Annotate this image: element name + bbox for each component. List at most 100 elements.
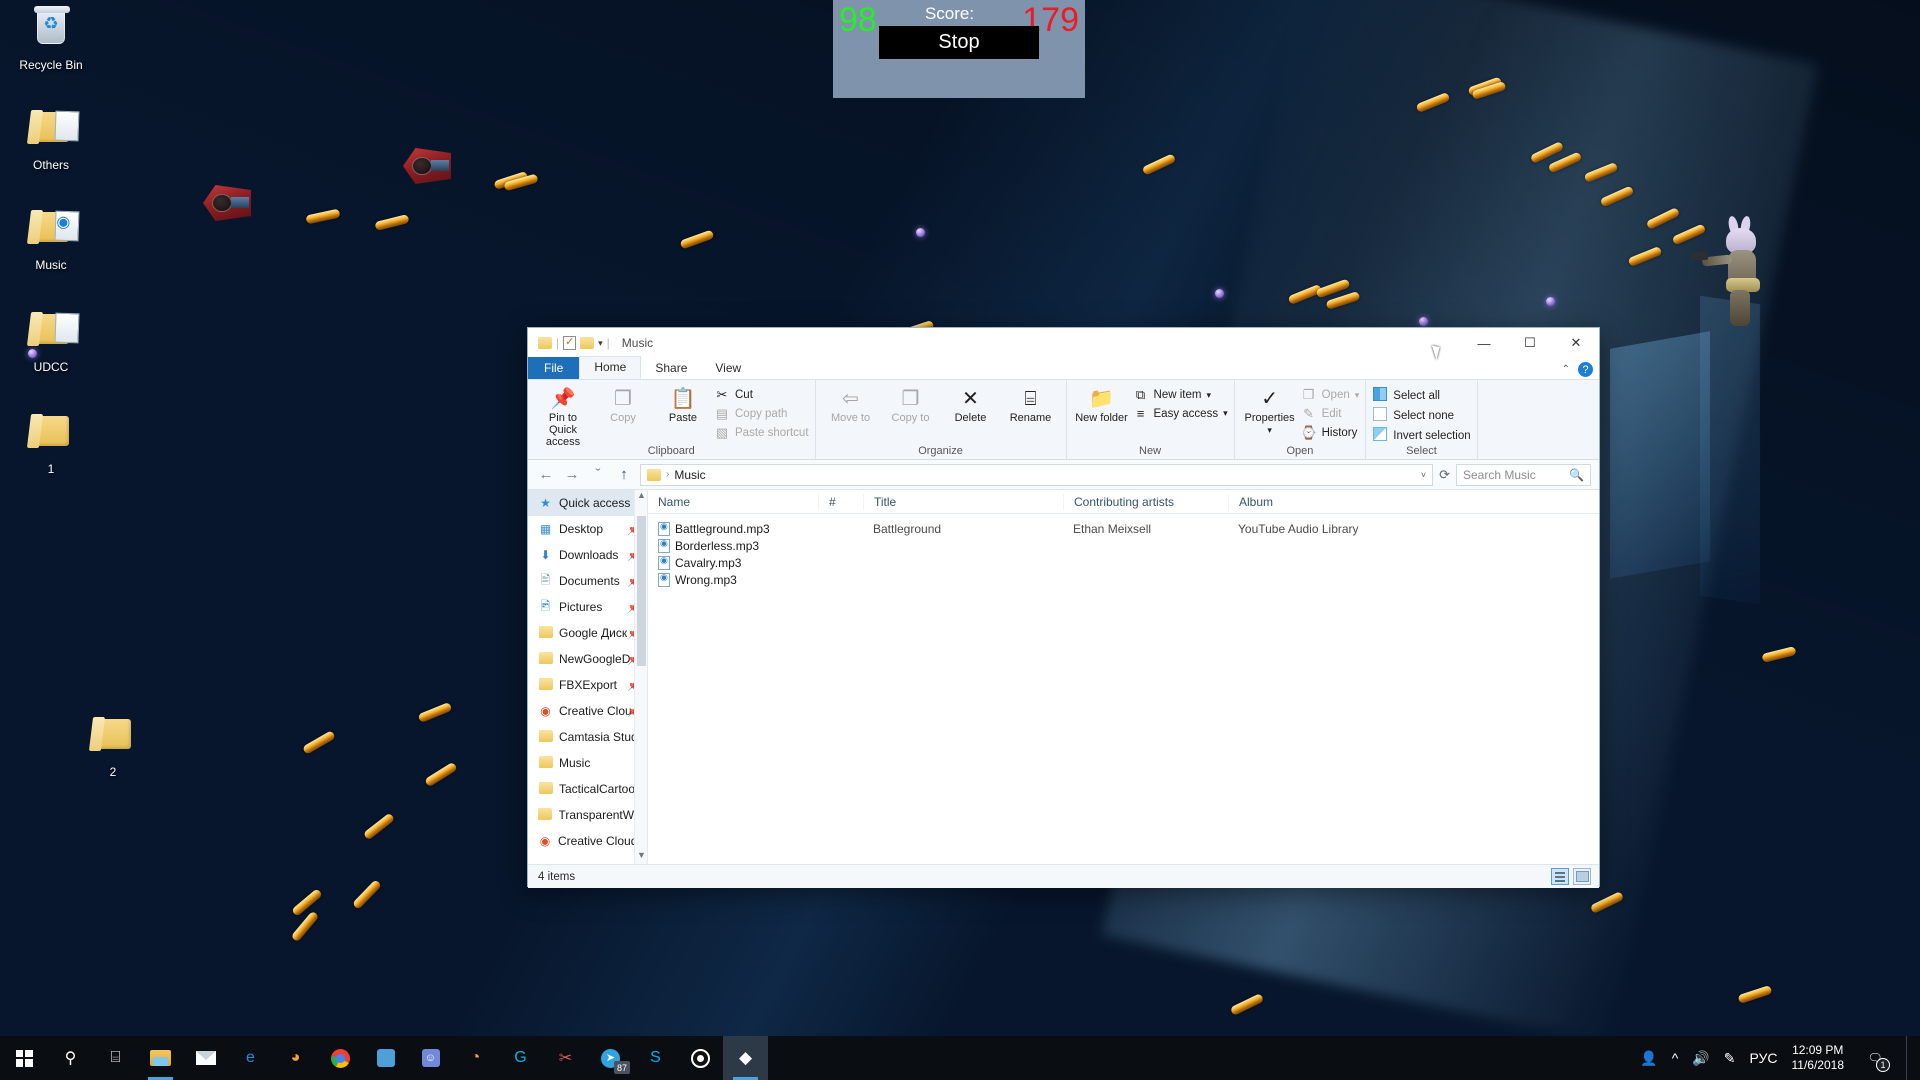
details-view-icon[interactable] (1551, 868, 1569, 885)
column-header-title[interactable]: Title (863, 494, 1063, 510)
edge-icon[interactable]: e (228, 1036, 273, 1080)
edit-button[interactable]: ✎Edit (1301, 406, 1360, 422)
show-hidden-icons-icon[interactable]: ^ (1672, 1050, 1679, 1066)
file-list[interactable]: Name#TitleContributing artistsAlbum Batt… (648, 490, 1599, 864)
column-header-album[interactable]: Album (1228, 494, 1438, 510)
file-row[interactable]: Wrong.mp3 (648, 571, 1599, 588)
large-icons-view-icon[interactable] (1573, 868, 1591, 885)
desktop-icon-music[interactable]: ◉Music (6, 208, 96, 272)
maximize-button[interactable]: ☐ (1507, 328, 1553, 358)
skype-icon[interactable]: S (633, 1036, 678, 1080)
up-button[interactable]: ↑ (614, 466, 634, 483)
people-icon[interactable]: 👤 (1640, 1050, 1657, 1067)
sidebar-item-google-диск[interactable]: Google Диск📌 (528, 620, 647, 646)
view-buttons[interactable] (1551, 868, 1591, 885)
window-controls[interactable]: — ☐ ✕ (1461, 328, 1599, 358)
scroll-up-icon[interactable]: ▲ (635, 490, 648, 504)
new-item-button[interactable]: ⧉New item▾ (1133, 387, 1228, 403)
task-view-icon[interactable]: ⌸ (93, 1036, 138, 1080)
unity-icon[interactable]: ◆ (723, 1036, 768, 1080)
file-row[interactable]: Battleground.mp3BattlegroundEthan Meixse… (648, 520, 1599, 537)
tab-file[interactable]: File (528, 357, 579, 379)
fl-studio-icon[interactable]: ◕ (273, 1036, 318, 1080)
ribbon[interactable]: 📌Pin to Quick access❐Copy📋Paste✂Cut ▤Copy… (528, 380, 1599, 460)
collapse-ribbon-icon[interactable]: ⌃ (1562, 364, 1570, 375)
clock-time[interactable]: 12:09 PM (1792, 1043, 1845, 1058)
title-bar[interactable]: | ▾ | Music — ☐ ✕ (528, 328, 1599, 358)
move-to-button[interactable]: ⇦Move to (822, 384, 880, 424)
rename-button[interactable]: ⌸Rename (1002, 384, 1060, 424)
volume-icon[interactable]: 🔊 (1692, 1050, 1709, 1067)
file-explorer-icon[interactable] (138, 1036, 183, 1080)
search-input[interactable]: Search Music 🔍 (1456, 464, 1591, 486)
tab-view[interactable]: View (701, 358, 755, 379)
delete-button[interactable]: ✕Delete (942, 384, 1000, 424)
system-tray[interactable]: 👤 ^ 🔊 ✎ РУС 12:09 PM 11/6/2018 🗨 1 (1640, 1036, 1920, 1080)
folder-icon[interactable] (538, 337, 552, 349)
column-headers[interactable]: Name#TitleContributing artistsAlbum (648, 490, 1599, 514)
recent-locations-button[interactable]: ˇ (588, 466, 608, 483)
desktop-icon-recycle-bin[interactable]: Recycle Bin (6, 8, 96, 72)
open-button[interactable]: ❐Open▾ (1301, 387, 1360, 403)
select-all-button[interactable]: Select all (1372, 387, 1470, 404)
obs-icon[interactable] (678, 1036, 723, 1080)
notification-center-icon[interactable]: 🗨 1 (1858, 1036, 1892, 1080)
stop-button[interactable]: Stop (879, 26, 1039, 59)
properties-icon[interactable] (563, 336, 576, 350)
chevron-down-icon[interactable]: ▾ (1267, 424, 1272, 436)
scroll-thumb[interactable] (637, 516, 646, 666)
sidebar-item-creative-cloud-fil[interactable]: ◉Creative Cloud Fil (528, 828, 647, 854)
scroll-down-icon[interactable]: ▼ (635, 850, 648, 864)
close-button[interactable]: ✕ (1553, 328, 1599, 358)
clock-date[interactable]: 11/6/2018 (1792, 1058, 1845, 1073)
new-folder-icon[interactable] (580, 337, 594, 349)
copy-path-button[interactable]: ▤Copy path (714, 406, 809, 422)
sidebar-item-creative-clou[interactable]: ◉Creative Clou📌 (528, 698, 647, 724)
help-button[interactable]: ? (1578, 362, 1593, 377)
copy-button[interactable]: ❐Copy (594, 384, 652, 424)
file-explorer-window[interactable]: | ▾ | Music — ☐ ✕ FileHomeShareView ⌃ ? … (527, 327, 1600, 887)
customize-caret-icon[interactable]: ▾ (598, 338, 603, 349)
start-button[interactable] (0, 1036, 48, 1080)
discord-icon[interactable]: ☺ (408, 1036, 453, 1080)
cut-button[interactable]: ✂Cut (714, 387, 809, 403)
chevron-down-icon[interactable]: ˅ (1421, 470, 1426, 480)
copy-to-button[interactable]: ❐Copy to (882, 384, 940, 424)
taskbar[interactable]: ⚲⌸e◕☺◔G✂➤87S◆ 👤 ^ 🔊 ✎ РУС 12:09 PM 11/6/… (0, 1036, 1920, 1080)
sidebar-item-downloads[interactable]: ⬇Downloads📌 (528, 542, 647, 568)
sidebar-item-transparentwind[interactable]: TransparentWind (528, 802, 647, 828)
logitech-g-icon[interactable]: G (498, 1036, 543, 1080)
sidebar-item-tacticalcartoon[interactable]: TacticalCartoon (528, 776, 647, 802)
ribbon-tabs[interactable]: FileHomeShareView ⌃ ? (528, 358, 1599, 380)
back-button[interactable]: ← (536, 466, 556, 483)
chrome-icon[interactable] (318, 1036, 363, 1080)
snip-tool-icon[interactable]: ✂ (543, 1036, 588, 1080)
sidebar-item-pictures[interactable]: 🖻Pictures📌 (528, 594, 647, 620)
paste-shortcut-button[interactable]: ▧Paste shortcut (714, 425, 809, 441)
sidebar-item-quick-access[interactable]: ★Quick access (528, 490, 647, 516)
quick-access-toolbar[interactable]: | ▾ | Music (528, 336, 653, 350)
chevron-down-icon[interactable]: ▾ (1206, 390, 1211, 401)
remote-desktop-icon[interactable] (363, 1036, 408, 1080)
paste-button[interactable]: 📋Paste (654, 384, 712, 424)
breadcrumb-music[interactable]: Music (674, 468, 705, 482)
forward-button[interactable]: → (562, 466, 582, 483)
sidebar-item-music[interactable]: Music (528, 750, 647, 776)
chevron-down-icon[interactable]: ▾ (1355, 390, 1360, 401)
nav-scrollbar[interactable]: ▲ ▼ (634, 490, 647, 864)
navigation-pane[interactable]: ★Quick access▦Desktop📌⬇Downloads📌🖹Docume… (528, 490, 648, 864)
select-none-button[interactable]: Select none (1372, 407, 1470, 424)
desktop-icon-1[interactable]: 1 (6, 412, 96, 476)
history-button[interactable]: ⌚History (1301, 425, 1360, 441)
sidebar-item-newgoogled[interactable]: NewGoogleD📌 (528, 646, 647, 672)
file-row[interactable]: Cavalry.mp3 (648, 554, 1599, 571)
address-bar[interactable]: ← → ˇ ↑ › Music ˅ ⟳ Search Music 🔍 (528, 460, 1599, 490)
properties-button[interactable]: ✓Properties▾ (1241, 384, 1299, 436)
sidebar-item-fbxexport[interactable]: FBXExport📌 (528, 672, 647, 698)
minimize-button[interactable]: — (1461, 328, 1507, 358)
column-header-name[interactable]: Name (648, 494, 818, 510)
tab-share[interactable]: Share (641, 358, 701, 379)
pin-button[interactable]: 📌Pin to Quick access (534, 384, 592, 448)
windows-ink-icon[interactable]: ✎ (1724, 1050, 1736, 1067)
tab-home[interactable]: Home (579, 356, 641, 379)
